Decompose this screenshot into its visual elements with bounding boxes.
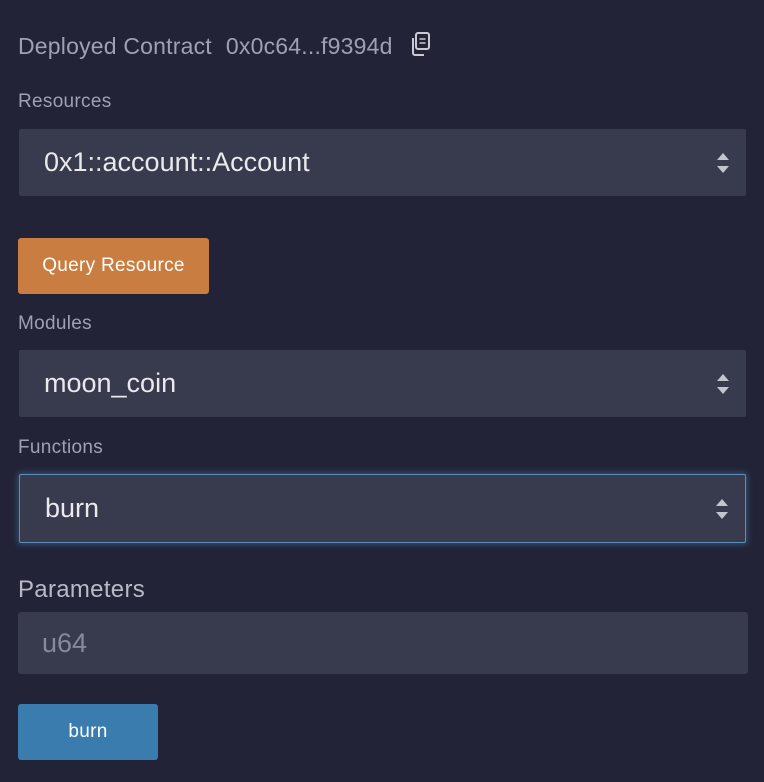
modules-select-value: moon_coin [44,368,177,398]
functions-label: Functions [18,437,104,458]
functions-select[interactable]: burn [19,474,746,543]
copy-icon[interactable] [409,31,433,57]
functions-select-value: burn [45,493,100,523]
select-arrows-icon [716,371,730,397]
contract-address: 0x0c64...f9394d [225,32,393,59]
deployed-contract-panel: Deployed Contract 0x0c64...f9394d Resour… [0,0,764,782]
parameters-label: Parameters [18,576,146,603]
select-arrows-icon [716,150,730,176]
resources-select-value: 0x1::account::Account [44,147,310,177]
burn-button[interactable]: burn [18,704,158,760]
modules-label: Modules [18,313,92,334]
resources-select[interactable]: 0x1::account::Account [19,129,746,196]
resources-label: Resources [18,91,112,112]
select-arrows-icon [715,496,729,522]
modules-select[interactable]: moon_coin [19,350,746,417]
parameter-u64-input[interactable] [18,612,748,674]
contract-header: Deployed Contract 0x0c64...f9394d [18,30,433,62]
query-resource-button[interactable]: Query Resource [18,238,209,294]
contract-title: Deployed Contract [18,32,212,59]
